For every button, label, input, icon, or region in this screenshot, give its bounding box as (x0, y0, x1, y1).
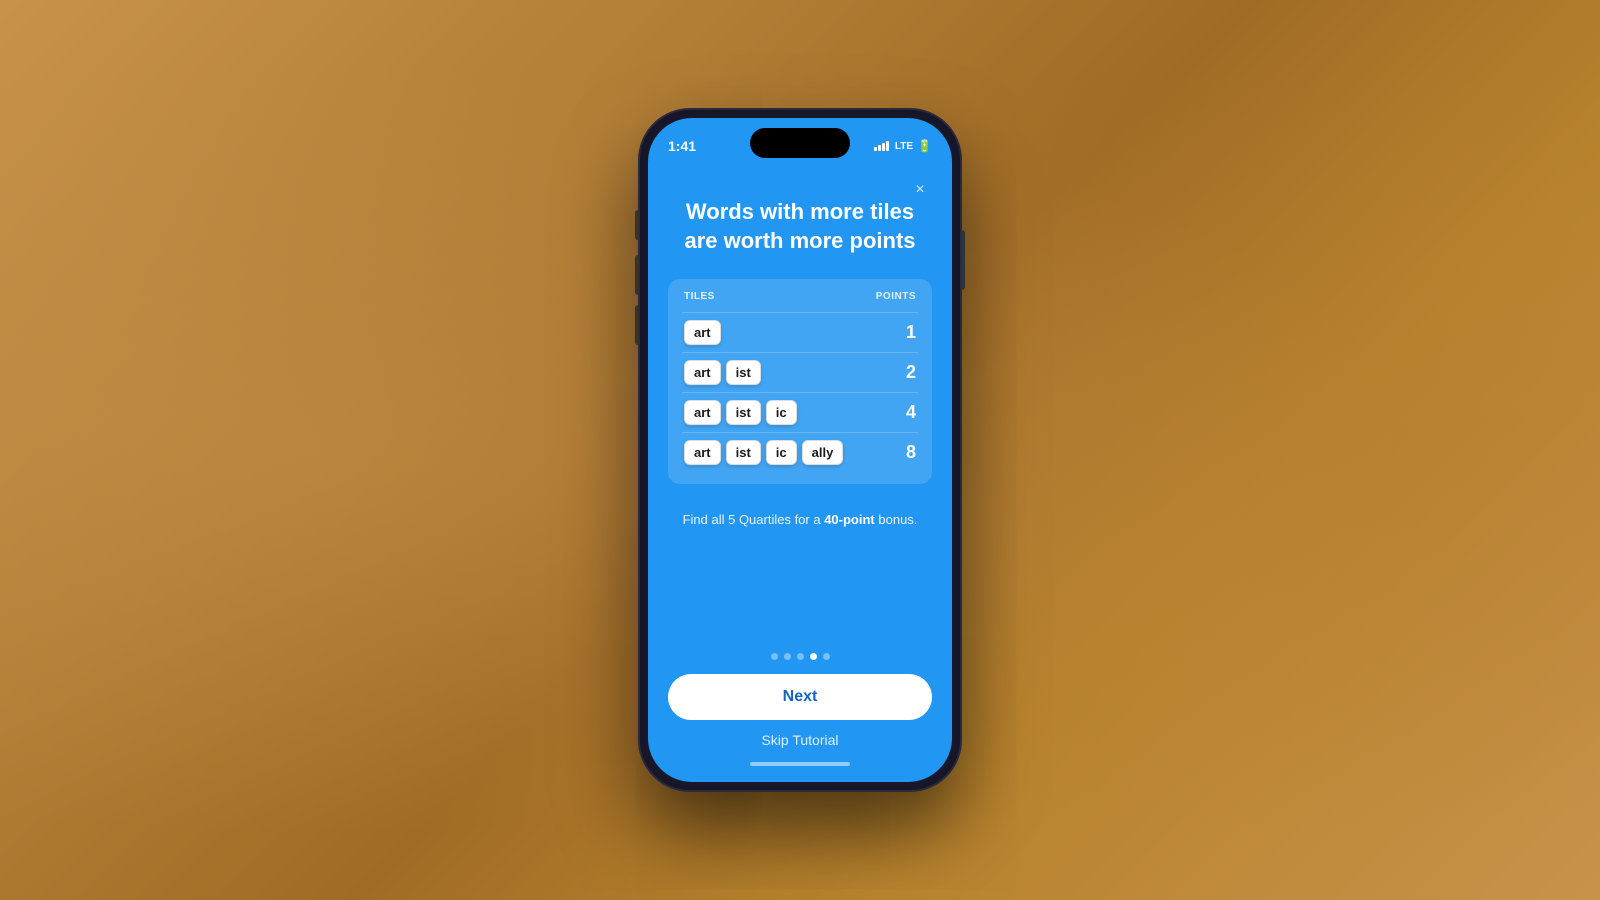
screen-content: × Words with more tiles are worth more p… (648, 168, 952, 782)
close-button[interactable]: × (908, 178, 932, 202)
tile-ist-4: ist (726, 440, 761, 465)
status-icons: LTE 🔋 (874, 139, 932, 153)
table-row: art 1 (682, 312, 918, 352)
page-dots (668, 653, 932, 660)
volume-up-button (635, 255, 639, 295)
dot-4-active (810, 653, 817, 660)
signal-icon (874, 141, 889, 151)
table-row: art ist ic ally 8 (682, 432, 918, 472)
header-points: POINTS (876, 291, 916, 302)
dynamic-island (750, 128, 850, 158)
tile-ist-3: ist (726, 400, 761, 425)
bonus-suffix: bonus. (875, 512, 918, 527)
tile-ally-4: ally (802, 440, 844, 465)
tile-ic-3: ic (766, 400, 797, 425)
tiles-table: TILES POINTS art 1 art ist (668, 279, 932, 484)
phone-wrapper: 1:41 LTE 🔋 × Words wi (640, 110, 960, 790)
dot-3 (797, 653, 804, 660)
points-3: 4 (906, 402, 916, 423)
tile-ic-4: ic (766, 440, 797, 465)
tile-art-3: art (684, 400, 721, 425)
skip-tutorial-button[interactable]: Skip Tutorial (668, 732, 932, 748)
tile-art-1: art (684, 320, 721, 345)
battery-icon: 🔋 (917, 139, 932, 153)
phone-screen: 1:41 LTE 🔋 × Words wi (648, 118, 952, 782)
points-1: 1 (906, 322, 916, 343)
tiles-group-1: art (684, 320, 721, 345)
dot-1 (771, 653, 778, 660)
tiles-group-3: art ist ic (684, 400, 797, 425)
tiles-group-4: art ist ic ally (684, 440, 843, 465)
tile-art-4: art (684, 440, 721, 465)
page-title: Words with more tiles are worth more poi… (668, 198, 932, 255)
lte-label: LTE (895, 141, 913, 152)
mute-button (635, 210, 639, 240)
bonus-text: Find all 5 Quartiles for a 40-point bonu… (668, 510, 932, 530)
status-time: 1:41 (668, 138, 696, 154)
points-2: 2 (906, 362, 916, 383)
table-row: art ist ic 4 (682, 392, 918, 432)
tile-art-2: art (684, 360, 721, 385)
dot-2 (784, 653, 791, 660)
next-button[interactable]: Next (668, 674, 932, 720)
tiles-group-2: art ist (684, 360, 761, 385)
points-4: 8 (906, 442, 916, 463)
header-tiles: TILES (684, 291, 715, 302)
tile-ist-2: ist (726, 360, 761, 385)
table-row: art ist 2 (682, 352, 918, 392)
spacer (668, 530, 932, 653)
table-header: TILES POINTS (682, 291, 918, 302)
bonus-highlight: 40-point (824, 512, 875, 527)
home-indicator (750, 762, 850, 766)
phone-frame: 1:41 LTE 🔋 × Words wi (640, 110, 960, 790)
power-button (961, 230, 965, 290)
volume-down-button (635, 305, 639, 345)
bonus-prefix: Find all 5 Quartiles for a (683, 512, 825, 527)
dot-5 (823, 653, 830, 660)
